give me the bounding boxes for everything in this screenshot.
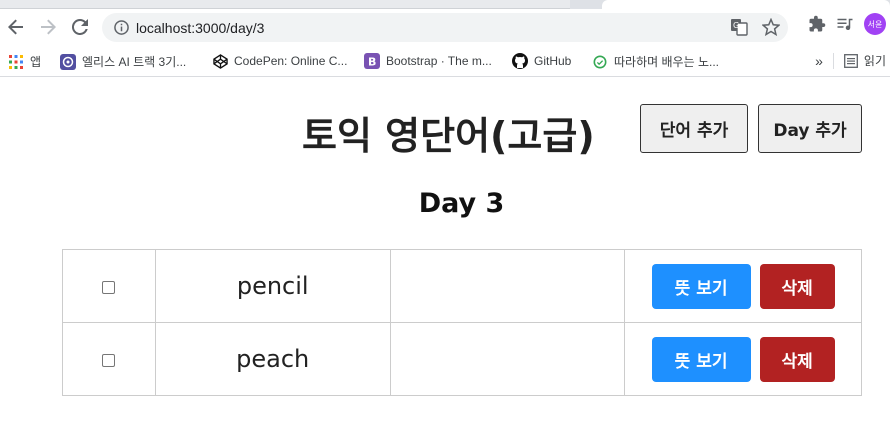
bookmark-label: 앱 (30, 55, 42, 69)
page-content: 토익 영단어(고급) 단어 추가 Day 추가 Day 3 pencil 뜻 보… (0, 77, 890, 427)
profile-avatar[interactable]: 서윤 (864, 13, 886, 35)
bookmark-apps[interactable]: 앱 (8, 53, 41, 70)
svg-text:G: G (733, 21, 739, 30)
table-row: peach 뜻 보기 삭제 (62, 322, 862, 396)
word-table: pencil 뜻 보기 삭제 peach 뜻 보기 삭제 (62, 249, 862, 396)
meaning-cell (389, 322, 626, 396)
reload-icon (72, 19, 88, 35)
add-day-button[interactable]: Day 추가 (758, 104, 862, 153)
tab-strip (0, 0, 890, 9)
reading-list-button[interactable]: 읽기 (843, 52, 886, 69)
bookmark-github[interactable]: GitHub (512, 53, 571, 69)
meaning-cell (389, 249, 626, 323)
word-cell: peach (154, 322, 391, 396)
bookmark-label: Bootstrap · The m... (386, 54, 492, 68)
arrow-right-icon (41, 19, 56, 35)
bookmark-elice[interactable]: 엘리스 AI 트랙 3기... (60, 53, 186, 70)
bookmark-label: CodePen: Online C... (234, 54, 348, 68)
delete-button[interactable]: 삭제 (759, 336, 835, 382)
bootstrap-icon: B (364, 53, 380, 69)
back-button[interactable] (2, 13, 30, 41)
github-icon (512, 53, 528, 69)
arrow-left-icon (8, 19, 23, 35)
bookmark-codepen[interactable]: CodePen: Online C... (212, 53, 347, 69)
add-word-button[interactable]: 단어 추가 (640, 104, 748, 153)
actions-cell: 뜻 보기 삭제 (624, 249, 862, 323)
browser-toolbar: localhost:3000/day/3 G 서윤 (0, 9, 890, 45)
extensions-icon[interactable] (808, 15, 826, 33)
bookmark-bootstrap[interactable]: B Bootstrap · The m... (364, 53, 492, 69)
bookmark-label: 엘리스 AI 트랙 3기... (82, 55, 187, 69)
site-icon (592, 54, 608, 70)
address-bar[interactable]: localhost:3000/day/3 G (102, 13, 788, 42)
star-icon[interactable] (762, 18, 780, 36)
done-checkbox[interactable] (102, 280, 116, 294)
actions-cell: 뜻 보기 삭제 (624, 322, 862, 396)
page-title[interactable]: 토익 영단어(고급) (302, 105, 595, 160)
bookmarks-bar: 앱 엘리스 AI 트랙 3기... CodePen: Online C... B… (0, 45, 890, 77)
bookmark-site[interactable]: 따라하며 배우는 노... (592, 53, 719, 70)
forward-button[interactable] (34, 13, 62, 41)
browser-tab[interactable] (0, 0, 570, 9)
apps-grid-icon (8, 54, 24, 70)
media-control-icon[interactable] (836, 15, 854, 33)
reload-button[interactable] (66, 13, 94, 41)
table-cell (62, 249, 156, 323)
browser-tab-new[interactable] (602, 0, 890, 9)
url-text[interactable]: localhost:3000/day/3 (136, 20, 264, 36)
translate-icon[interactable]: G (730, 18, 748, 36)
site-info-icon[interactable] (113, 20, 129, 36)
elice-icon (60, 53, 76, 70)
more-bookmarks-button[interactable]: » (815, 53, 823, 69)
table-cell (62, 322, 156, 396)
svg-text:B: B (368, 56, 376, 69)
divider (832, 52, 834, 69)
show-meaning-button[interactable]: 뜻 보기 (651, 336, 751, 382)
bookmark-label: 따라하며 배우는 노... (614, 55, 719, 69)
table-row: pencil 뜻 보기 삭제 (62, 249, 862, 323)
reading-list-icon (843, 53, 858, 68)
word-cell: pencil (154, 249, 391, 323)
delete-button[interactable]: 삭제 (759, 263, 835, 309)
done-checkbox[interactable] (102, 353, 116, 367)
bookmark-label: GitHub (534, 54, 572, 68)
show-meaning-button[interactable]: 뜻 보기 (651, 263, 751, 309)
day-heading: Day 3 (418, 188, 505, 219)
codepen-icon (212, 53, 228, 69)
reading-list-label: 읽기 (863, 54, 886, 68)
